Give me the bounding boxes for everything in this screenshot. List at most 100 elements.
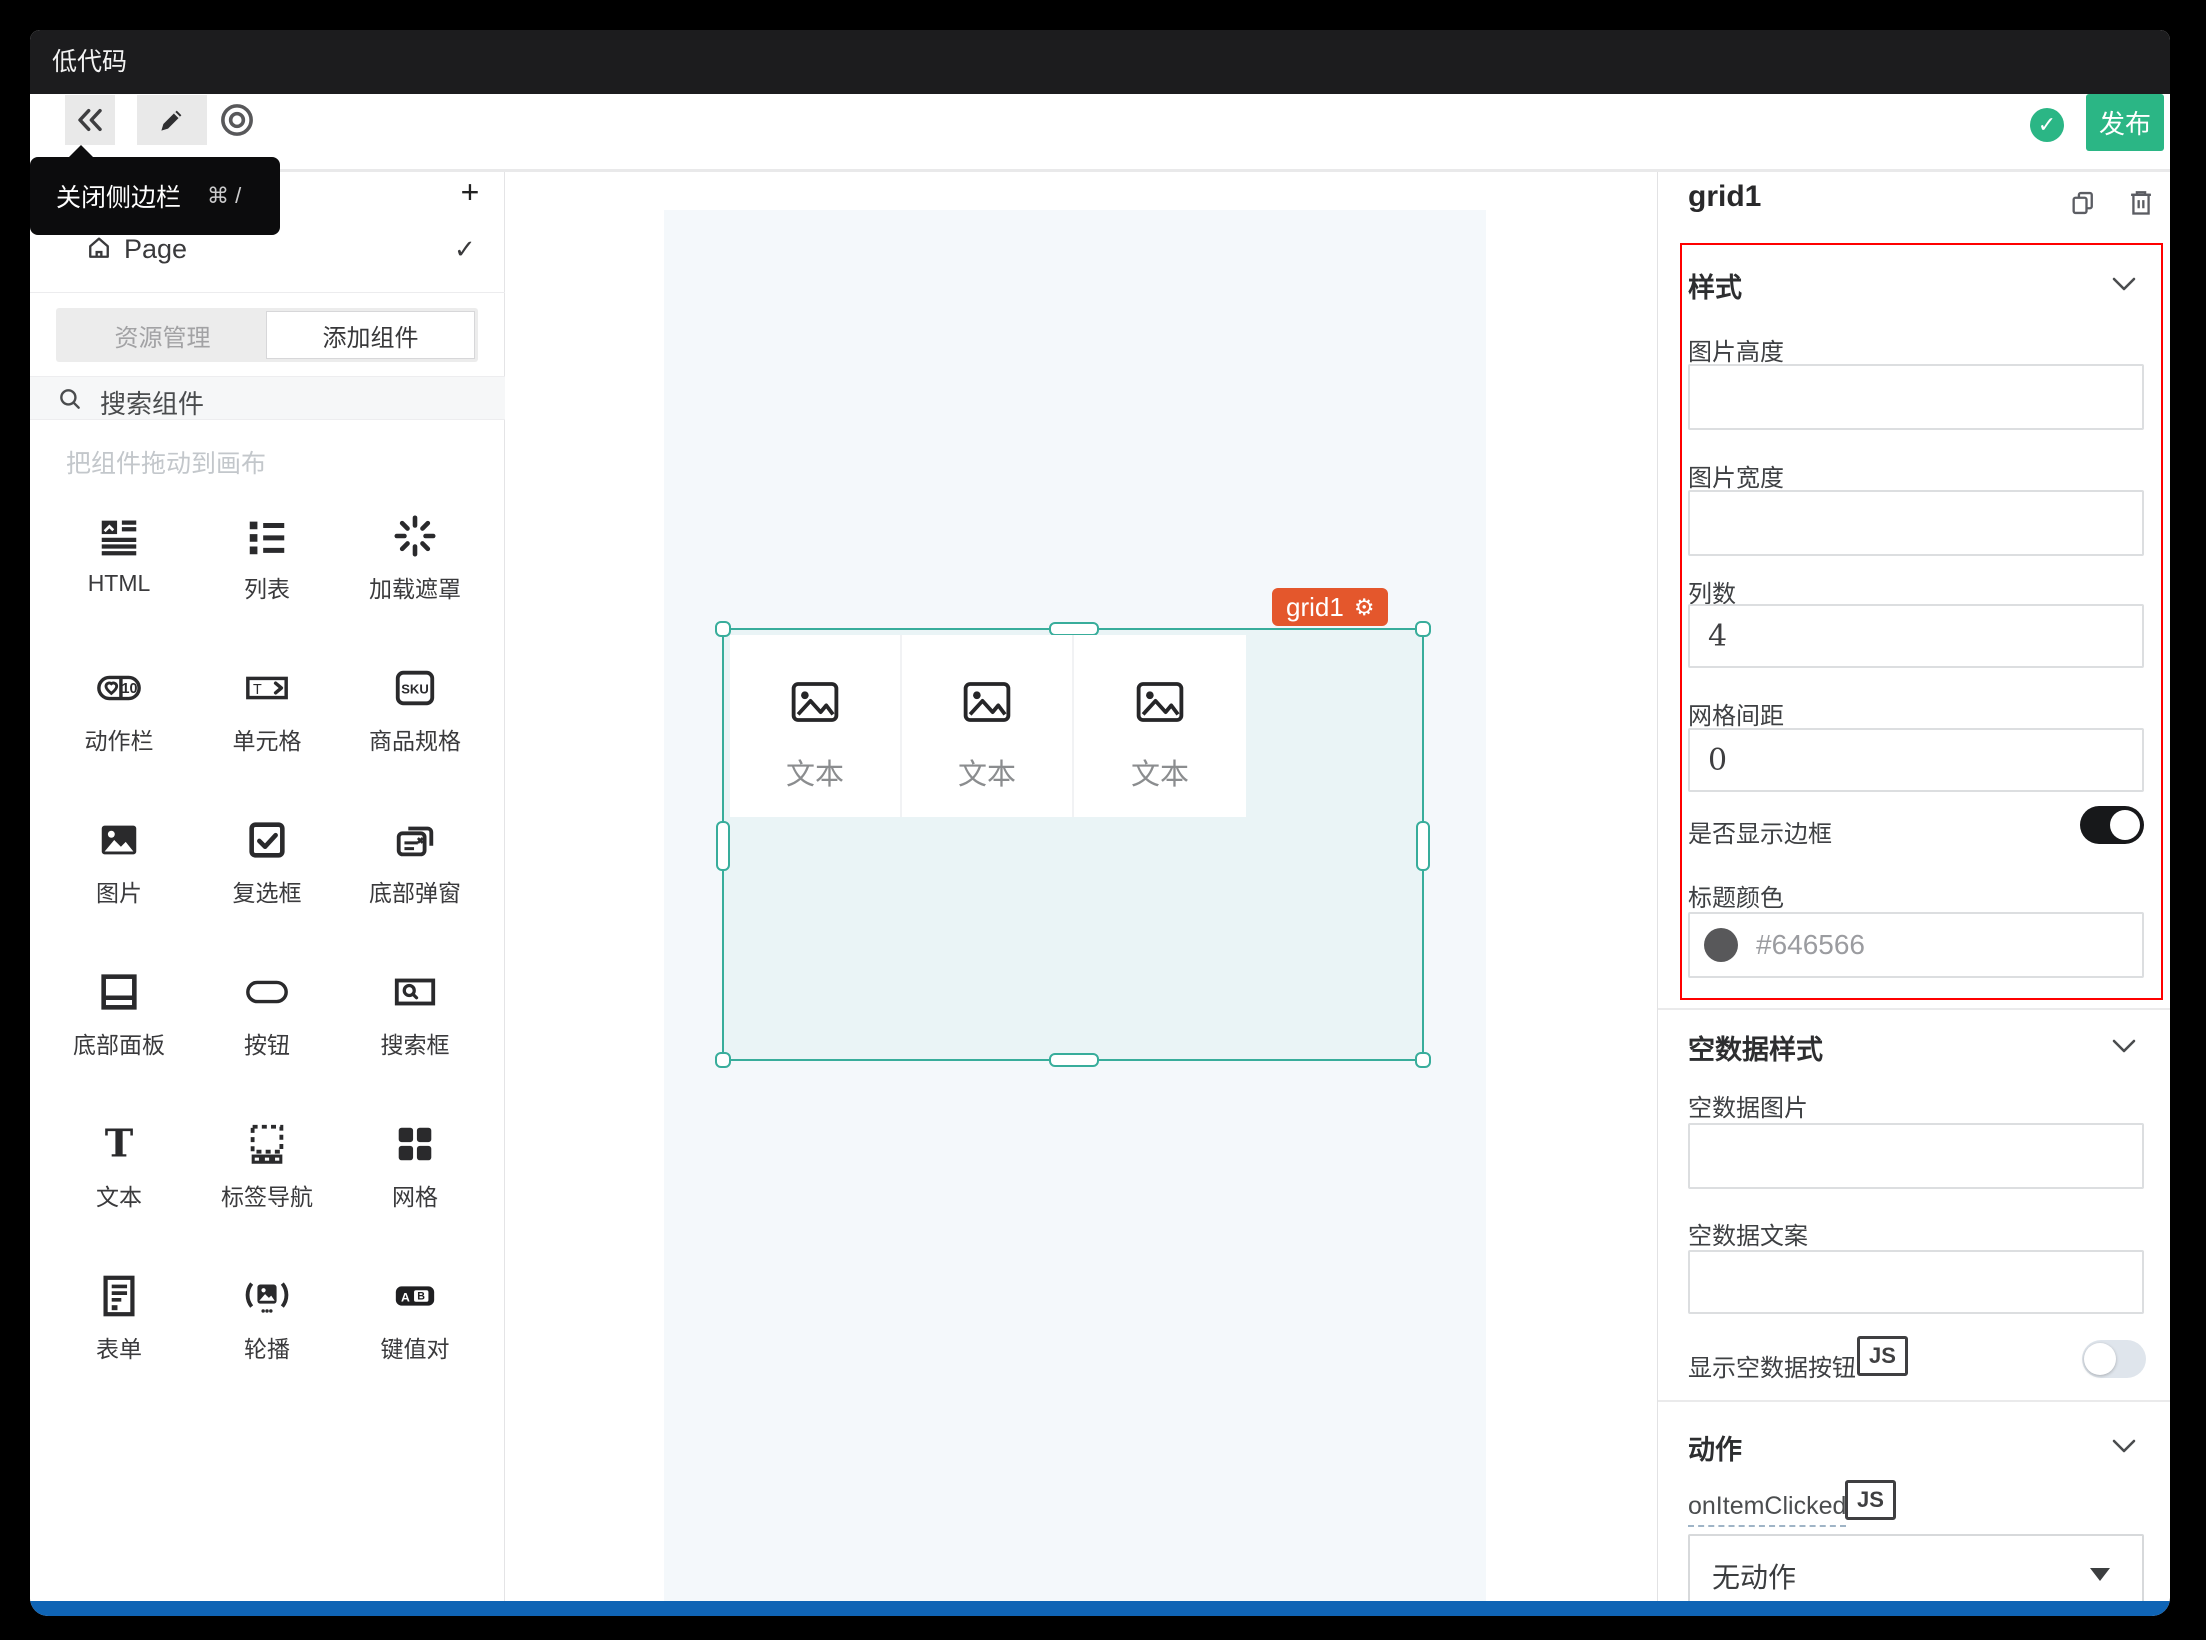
cell-icon: T — [244, 662, 290, 714]
palette-item-search-box[interactable]: 搜索框 — [341, 944, 489, 1096]
check-icon: ✓ — [454, 234, 476, 265]
duplicate-component-button[interactable] — [2068, 188, 2098, 218]
grid-cell[interactable]: 文本 — [730, 635, 902, 817]
svg-text:B: B — [417, 1290, 425, 1302]
grid-gap-input[interactable] — [1688, 728, 2144, 792]
palette-item-grid[interactable]: 网格 — [341, 1096, 489, 1248]
palette-item-label: 搜索框 — [381, 1026, 450, 1060]
text-icon: T — [96, 1118, 142, 1170]
show-empty-button-toggle[interactable] — [2082, 1340, 2146, 1378]
palette-item-label: 复选框 — [233, 874, 302, 908]
check-glyph: ✓ — [2038, 112, 2056, 138]
page-item-label: Page — [124, 234, 187, 265]
palette-item-cell[interactable]: T 单元格 — [193, 640, 341, 792]
empty-image-input[interactable] — [1688, 1123, 2144, 1189]
edit-mode-button[interactable] — [137, 95, 207, 145]
tooltip-shortcut: ⌘ / — [207, 183, 241, 209]
component-search-input[interactable]: 搜索组件 — [30, 376, 505, 420]
search-box-icon — [392, 966, 438, 1018]
section-style-header[interactable]: 样式 — [1688, 266, 1742, 305]
divider — [1658, 1008, 2170, 1010]
selection-handle-bottom-left[interactable] — [715, 1052, 731, 1068]
columns-input[interactable] — [1688, 604, 2144, 668]
selection-handle-top-left[interactable] — [715, 621, 731, 637]
palette-item-tab-nav[interactable]: 标签导航 — [193, 1096, 341, 1248]
show-border-toggle[interactable] — [2080, 806, 2144, 844]
event-name: onItemClicked — [1688, 1492, 1846, 1527]
home-icon — [85, 234, 113, 262]
app-window: 低代码 ✓ 发布 关闭侧边栏 ⌘ / + Page ✓ 资源管理 — [30, 30, 2170, 1616]
grid-cell-text: 文本 — [1131, 751, 1189, 793]
palette-item-bottom-popup[interactable]: 底部弹窗 — [341, 792, 489, 944]
tab-resource-management[interactable]: 资源管理 — [59, 311, 266, 359]
grid-cell[interactable]: 文本 — [902, 635, 1074, 817]
palette-item-bottom-panel[interactable]: 底部面板 — [45, 944, 193, 1096]
color-swatch[interactable] — [1704, 928, 1738, 962]
palette-item-label: 键值对 — [381, 1330, 450, 1364]
palette-item-key-value[interactable]: AB 键值对 — [341, 1248, 489, 1400]
palette-item-loading-mask[interactable]: 加载遮罩 — [341, 488, 489, 640]
chevron-down-icon[interactable] — [2112, 1439, 2136, 1453]
grid-cell-text: 文本 — [786, 751, 844, 793]
palette-item-list[interactable]: 列表 — [193, 488, 341, 640]
selection-handle-bottom-right[interactable] — [1415, 1052, 1431, 1068]
palette-item-label: 标签导航 — [221, 1178, 313, 1212]
html-icon — [96, 510, 142, 562]
grid1-component[interactable]: 文本 文本 文本 — [730, 635, 1246, 817]
sidebar-item-page[interactable]: Page ✓ — [30, 230, 505, 270]
palette-item-html[interactable]: HTML — [45, 488, 193, 640]
palette-item-label: 按钮 — [244, 1026, 290, 1060]
component-palette: HTML 列表 加载遮罩 10 动作栏 — [45, 488, 493, 1400]
grid-cell-text: 文本 — [958, 751, 1016, 793]
key-value-icon: AB — [392, 1270, 438, 1322]
selection-handle-right[interactable] — [1416, 821, 1430, 871]
divider — [1658, 1400, 2170, 1402]
preview-icon[interactable] — [218, 101, 256, 139]
selection-handle-top-right[interactable] — [1415, 621, 1431, 637]
delete-component-button[interactable] — [2126, 188, 2156, 218]
image-placeholder-icon — [960, 675, 1014, 729]
selection-handle-bottom[interactable] — [1049, 1053, 1099, 1067]
section-action-header[interactable]: 动作 — [1688, 1428, 1742, 1467]
search-icon — [57, 386, 83, 412]
collapse-sidebar-button[interactable] — [65, 95, 115, 145]
palette-item-carousel[interactable]: 轮播 — [193, 1248, 341, 1400]
title-color-input[interactable]: #646566 — [1688, 912, 2144, 978]
chevron-down-icon[interactable] — [2112, 277, 2136, 291]
publish-button[interactable]: 发布 — [2086, 94, 2164, 151]
palette-item-button[interactable]: 按钮 — [193, 944, 341, 1096]
chevron-down-icon[interactable] — [2112, 1039, 2136, 1053]
svg-text:A: A — [401, 1291, 410, 1305]
svg-text:10: 10 — [122, 681, 138, 697]
empty-text-input[interactable] — [1688, 1250, 2144, 1314]
selection-handle-left[interactable] — [716, 821, 730, 871]
caret-down-icon — [2090, 1568, 2110, 1581]
palette-item-form[interactable]: 表单 — [45, 1248, 193, 1400]
image-icon — [96, 814, 142, 866]
section-empty-data-header[interactable]: 空数据样式 — [1688, 1028, 1823, 1067]
svg-text:T: T — [105, 1121, 134, 1166]
palette-item-label: 加载遮罩 — [369, 570, 461, 604]
selection-handle-top[interactable] — [1049, 622, 1099, 636]
js-badge[interactable]: JS — [1845, 1480, 1896, 1520]
image-placeholder-icon — [788, 675, 842, 729]
window-titlebar: 低代码 — [30, 30, 2170, 94]
pencil-icon — [157, 105, 187, 135]
palette-item-action-bar[interactable]: 10 动作栏 — [45, 640, 193, 792]
grid-cell[interactable]: 文本 — [1074, 635, 1246, 817]
image-height-input[interactable] — [1688, 364, 2144, 430]
add-page-button[interactable]: + — [450, 172, 490, 212]
palette-item-text[interactable]: T 文本 — [45, 1096, 193, 1248]
saved-check-icon: ✓ — [2030, 108, 2064, 142]
js-badge[interactable]: JS — [1857, 1336, 1908, 1376]
carousel-icon — [244, 1270, 290, 1322]
palette-item-image[interactable]: 图片 — [45, 792, 193, 944]
palette-item-checkbox[interactable]: 复选框 — [193, 792, 341, 944]
image-width-input[interactable] — [1688, 490, 2144, 556]
selected-component-tag[interactable]: grid1 ⚙ — [1272, 588, 1388, 626]
palette-item-sku[interactable]: SKU 商品规格 — [341, 640, 489, 792]
toggle-knob — [2110, 810, 2140, 840]
toggle-knob — [2084, 1343, 2116, 1375]
tab-nav-icon — [244, 1118, 290, 1170]
tab-add-component[interactable]: 添加组件 — [266, 311, 475, 359]
